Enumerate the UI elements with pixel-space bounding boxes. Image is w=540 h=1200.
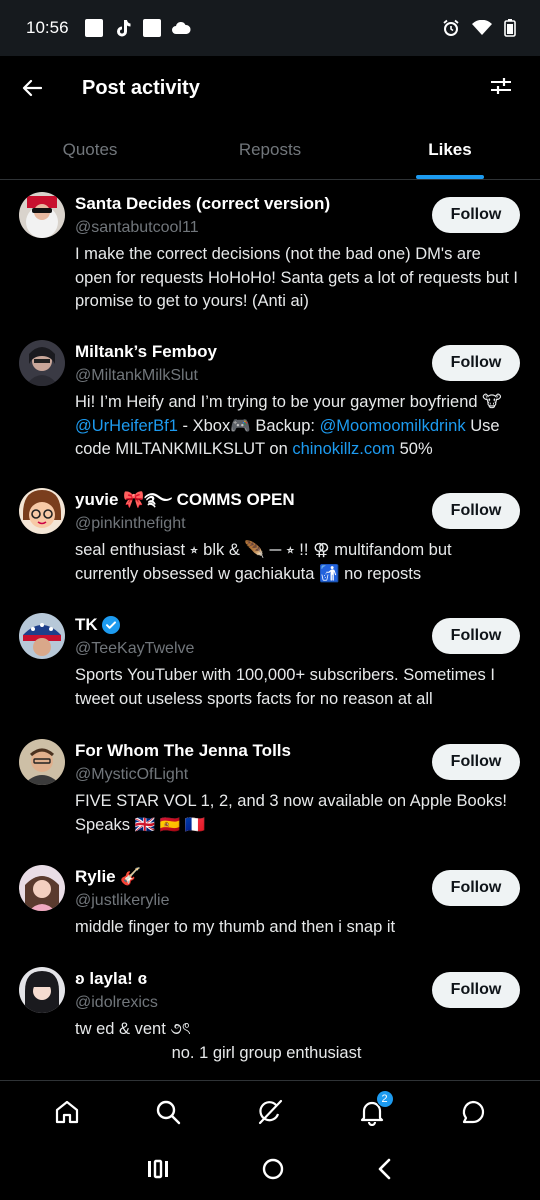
bio-link[interactable]: @Moomoomilkdrink <box>320 417 466 435</box>
messages-icon <box>463 1100 485 1123</box>
bio-link[interactable]: chinokillz.com <box>292 440 395 458</box>
user-list: Santa Decides (correct version) @santabu… <box>0 180 540 1080</box>
back-arrow-icon <box>22 79 42 97</box>
back-chevron-icon <box>379 1158 391 1179</box>
nav-messages[interactable] <box>453 1092 493 1132</box>
status-bar: 10:56 <box>0 0 540 56</box>
user-bio: Hi! I’m Heify and I’m trying to be your … <box>75 393 502 458</box>
follow-button[interactable]: Follow <box>432 972 520 1008</box>
recents-button[interactable] <box>147 1159 169 1184</box>
avatar[interactable] <box>19 192 65 238</box>
home-system-button[interactable] <box>262 1158 284 1185</box>
grok-icon <box>258 1099 283 1124</box>
status-time: 10:56 <box>26 18 69 37</box>
bio-link[interactable]: @UrHeiferBf1 <box>75 417 178 435</box>
cloud-icon <box>171 21 191 34</box>
battery-icon <box>504 19 516 37</box>
follow-button[interactable]: Follow <box>432 197 520 233</box>
list-item[interactable]: TK @TeeKayTwelve Sports YouTuber with 10… <box>0 601 540 727</box>
search-icon <box>157 1100 181 1124</box>
verified-badge-icon <box>101 616 120 634</box>
tab-likes[interactable]: Likes <box>360 120 540 179</box>
nav-notifications[interactable]: 2 <box>352 1089 394 1132</box>
nav-grok[interactable] <box>250 1092 290 1132</box>
user-bio: FIVE STAR VOL 1, 2, and 3 now available … <box>75 792 507 834</box>
follow-button[interactable]: Follow <box>432 493 520 529</box>
list-item[interactable]: Miltank’s Femboy @MiltankMilkSlut Hi! I’… <box>0 328 540 476</box>
user-bio: seal enthusiast ⭒ blk & 🪶 ─ ⭒ !! ⚢ multi… <box>75 541 452 583</box>
avatar[interactable] <box>19 865 65 911</box>
user-bio: tw ed & vent ૭ৎ no. 1 girl group enthusi… <box>75 1020 362 1062</box>
avatar[interactable] <box>19 739 65 785</box>
list-item[interactable]: Santa Decides (correct version) @santabu… <box>0 180 540 328</box>
follow-button[interactable]: Follow <box>432 870 520 906</box>
back-system-button[interactable] <box>377 1158 393 1185</box>
avatar[interactable] <box>19 340 65 386</box>
notification-square-icon <box>142 19 161 37</box>
sliders-icon <box>491 78 511 94</box>
follow-button[interactable]: Follow <box>432 618 520 654</box>
list-item[interactable]: For Whom The Jenna Tolls @MysticOfLight … <box>0 727 540 853</box>
header: Post activity <box>0 56 540 120</box>
tab-reposts[interactable]: Reposts <box>180 120 360 179</box>
home-circle-icon <box>262 1158 284 1179</box>
back-button[interactable] <box>20 76 44 100</box>
avatar[interactable] <box>19 488 65 534</box>
home-icon <box>55 1100 78 1123</box>
tab-bar: Quotes Reposts Likes <box>0 120 540 180</box>
recents-icon <box>147 1159 168 1178</box>
tab-quotes[interactable]: Quotes <box>0 120 180 179</box>
notification-square-icon <box>84 19 103 37</box>
filter-button[interactable] <box>490 76 512 101</box>
system-nav-bar <box>0 1142 540 1200</box>
avatar[interactable] <box>19 613 65 659</box>
follow-button[interactable]: Follow <box>432 345 520 381</box>
wifi-icon <box>472 20 492 35</box>
page-title: Post activity <box>82 76 200 99</box>
user-bio: middle finger to my thumb and then i sna… <box>75 918 396 936</box>
list-item[interactable]: yuvie 🎀࿐ COMMS OPEN @pinkinthefight seal… <box>0 476 540 601</box>
nav-home[interactable] <box>47 1092 87 1132</box>
tiktok-icon <box>116 20 131 37</box>
list-item[interactable]: Rylie 🎸 @justlikerylie middle finger to … <box>0 853 540 955</box>
nav-search[interactable] <box>148 1092 188 1132</box>
list-item[interactable]: ʚ layla! ɞ @idolrexics tw ed & vent ૭ৎ n… <box>0 955 540 1075</box>
notification-badge: 2 <box>375 1089 394 1108</box>
user-bio: Sports YouTuber with 100,000+ subscriber… <box>75 666 495 708</box>
avatar[interactable] <box>19 967 65 1013</box>
follow-button[interactable]: Follow <box>432 744 520 780</box>
bottom-nav: 2 <box>0 1080 540 1142</box>
user-bio: I make the correct decisions (not the ba… <box>75 245 519 310</box>
alarm-icon <box>443 19 459 36</box>
